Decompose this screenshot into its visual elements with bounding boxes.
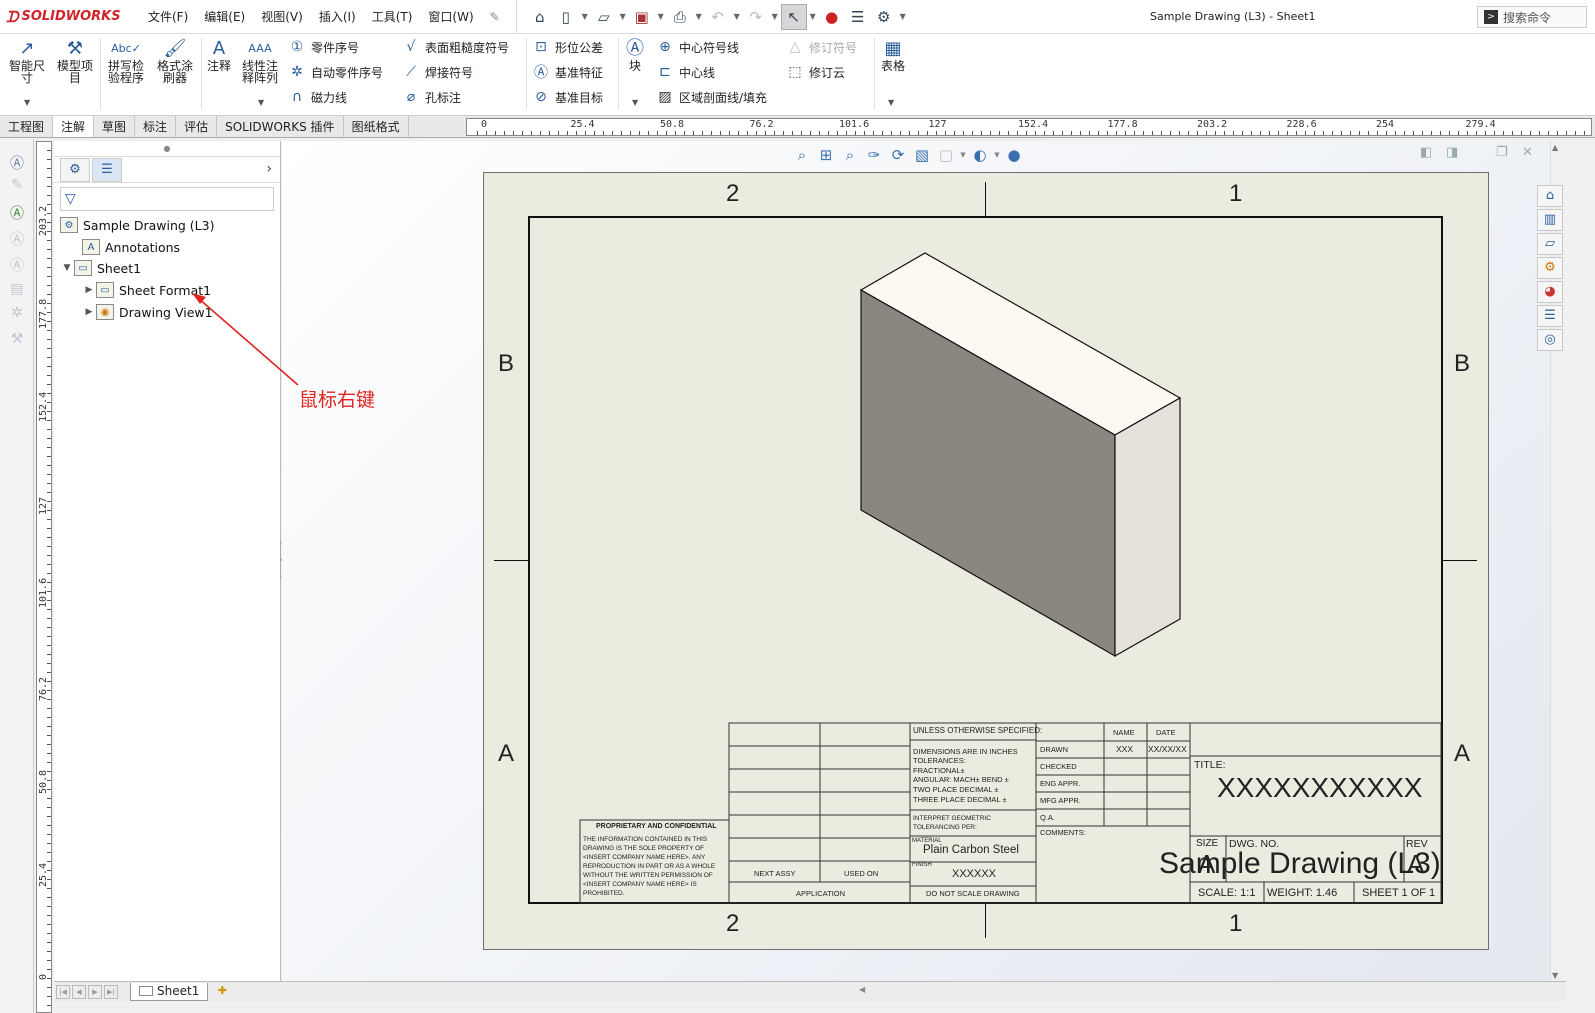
tb-sheet-of: SHEET 1 OF 1 <box>1362 887 1436 899</box>
tb-drawn-name: XXX <box>1116 744 1134 754</box>
view-palette-icon[interactable]: ⚙ <box>1537 257 1563 279</box>
tb-do-not-scale: DO NOT SCALE DRAWING <box>926 889 1020 898</box>
solidworks-window: ᗪ SOLIDWORKS 文件(F) 编辑(E) 视图(V) 插入(I) 工具(… <box>0 0 1595 1013</box>
tb-tolerancing-per: TOLERANCING PER: <box>913 824 977 831</box>
tb-eng-appr-label: ENG APPR. <box>1040 779 1081 788</box>
tb-weight: WEIGHT: 1.46 <box>1267 887 1338 899</box>
tb-finish-label: FINISH <box>912 862 932 868</box>
tb-dwg-no-value: Sample Drawing (L3) <box>1159 847 1441 880</box>
tb-three-place: THREE PLACE DECIMAL ± <box>913 795 1007 804</box>
prev-sheet-icon[interactable]: ◀ <box>72 984 86 999</box>
tb-rev-value: A <box>1407 849 1425 879</box>
tb-proprietary-body: THE INFORMATION CONTAINED IN THIS DRAWIN… <box>583 836 716 897</box>
scroll-down-icon[interactable]: ▼ <box>1552 971 1558 980</box>
tb-proprietary-title: PROPRIETARY AND CONFIDENTIAL <box>596 823 717 830</box>
design-library-icon[interactable]: ▥ <box>1537 209 1563 231</box>
tb-unless-specified: UNLESS OTHERWISE SPECIFIED: <box>913 726 1043 735</box>
scroll-left-icon[interactable]: ◀ <box>859 985 865 994</box>
tb-fractional: FRACTIONAL± <box>913 766 965 775</box>
tb-dims-inches: DIMENSIONS ARE IN INCHES <box>913 747 1018 756</box>
tb-comments-label: COMMENTS: <box>1040 828 1086 837</box>
tb-mfg-appr-label: MFG APPR. <box>1040 796 1081 805</box>
tb-next-assy: NEXT ASSY <box>754 869 796 878</box>
tb-drawn-date: XX/XX/XX <box>1148 744 1187 754</box>
tb-used-on: USED ON <box>844 869 879 878</box>
sheet-tab-icon <box>139 986 153 996</box>
tb-date-header: DATE <box>1156 728 1176 737</box>
tb-tolerances: TOLERANCES: <box>913 756 966 765</box>
sheet-tab-sheet1[interactable]: Sheet1 <box>130 982 209 1001</box>
sheet-tab-label: Sheet1 <box>157 984 200 998</box>
tb-qa-label: Q.A. <box>1040 813 1056 822</box>
tb-checked-label: CHECKED <box>1040 762 1077 771</box>
first-sheet-icon[interactable]: |◀ <box>56 984 70 999</box>
solidworks-resources-home-icon[interactable]: ⌂ <box>1537 185 1563 207</box>
tb-name-header: NAME <box>1113 728 1135 737</box>
tb-interpret: INTERPRET GEOMETRIC <box>913 815 991 822</box>
tb-title-label: TITLE: <box>1194 759 1226 771</box>
tb-material-value: Plain Carbon Steel <box>923 844 1019 856</box>
scroll-up-icon[interactable]: ▲ <box>1552 143 1558 152</box>
custom-properties-icon[interactable]: ☰ <box>1537 305 1563 327</box>
task-pane-tabs: ⌂ ▥ ▱ ⚙ ◕ ☰ ◎ <box>1537 185 1565 360</box>
solidworks-forum-icon[interactable]: ◎ <box>1537 329 1563 351</box>
next-sheet-icon[interactable]: ▶ <box>88 984 102 999</box>
tb-application: APPLICATION <box>796 889 846 898</box>
tb-two-place: TWO PLACE DECIMAL ± <box>913 785 999 794</box>
file-explorer-icon[interactable]: ▱ <box>1537 233 1563 255</box>
sheet-tab-bar: |◀ ◀ ▶ ▶| Sheet1 ✚ ◀ <box>54 981 1566 1001</box>
tb-scale: SCALE: 1:1 <box>1198 887 1256 899</box>
appearances-icon[interactable]: ◕ <box>1537 281 1563 303</box>
tb-title-value: XXXXXXXXXXX <box>1217 772 1423 803</box>
tb-finish-value: XXXXXX <box>952 868 997 880</box>
tb-angular: ANGULAR: MACH± BEND ± <box>913 775 1009 784</box>
add-sheet-icon[interactable]: ✚ <box>212 984 232 1000</box>
tb-drawn-label: DRAWN <box>1040 745 1069 754</box>
last-sheet-icon[interactable]: ▶| <box>104 984 118 999</box>
